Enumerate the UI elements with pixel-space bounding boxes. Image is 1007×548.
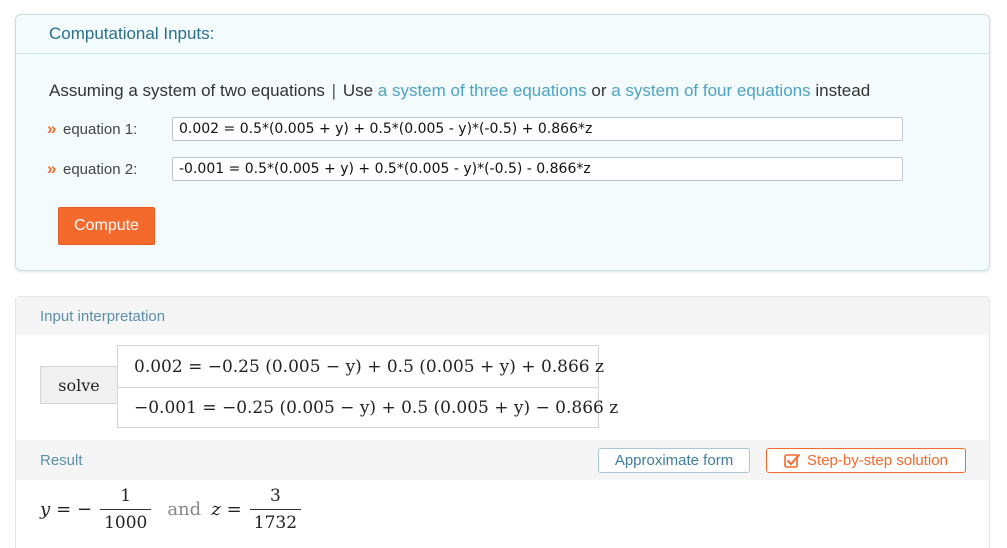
use-text: Use [342, 81, 374, 100]
interpreted-equation-1: 0.002 = −0.25 (0.005 − y) + 0.5 (0.005 +… [134, 356, 604, 377]
equation-1-row: » equation 1: [47, 117, 903, 141]
solve-label: solve [40, 366, 118, 404]
instead-text: instead [815, 81, 871, 100]
assumption-line: Assuming a system of two equations | Use… [49, 81, 870, 101]
y-denominator: 1000 [100, 509, 152, 533]
inputs-title: Computational Inputs: [49, 24, 215, 43]
result-content: y = − 1 1000 and z = 3 1732 [16, 480, 989, 544]
z-denominator: 1732 [249, 509, 302, 533]
y-fraction: 1 1000 [100, 486, 152, 533]
approximate-form-button[interactable]: Approximate form [598, 448, 750, 473]
computational-inputs-panel: Computational Inputs: Assuming a system … [15, 14, 990, 271]
step-by-step-button[interactable]: Step-by-step solution [766, 448, 966, 473]
or-text: or [591, 81, 607, 100]
equation-1-input[interactable] [172, 117, 903, 141]
result-header: Result Approximate form Step-by-step sol… [16, 440, 989, 480]
and-text: and [167, 499, 202, 520]
z-equals: = [226, 499, 242, 520]
four-equations-link[interactable]: a system of four equations [611, 81, 810, 100]
chevron-right-icon: » [47, 159, 57, 178]
input-interpretation-title: Input interpretation [40, 307, 166, 325]
equation-2-label: equation 2: [63, 160, 138, 178]
checkbox-check-icon [784, 454, 801, 468]
equation-1-label: equation 1: [63, 120, 138, 138]
interpreted-equation-2: −0.001 = −0.25 (0.005 − y) + 0.5 (0.005 … [118, 387, 618, 428]
chevron-right-icon: » [47, 119, 57, 138]
z-fraction: 3 1732 [249, 486, 302, 533]
y-equals-minus: = − [56, 499, 93, 520]
equation-table: 0.002 = −0.25 (0.005 − y) + 0.5 (0.005 +… [117, 345, 618, 428]
y-variable: y [40, 499, 51, 520]
assumption-separator: | [331, 81, 337, 100]
equation-2-row: » equation 2: [47, 157, 903, 181]
three-equations-link[interactable]: a system of three equations [378, 81, 587, 100]
inputs-header: Computational Inputs: [16, 15, 989, 54]
input-interpretation-content: solve 0.002 = −0.25 (0.005 − y) + 0.5 (0… [16, 335, 989, 440]
compute-button[interactable]: Compute [58, 207, 155, 245]
input-interpretation-header: Input interpretation [16, 297, 989, 335]
assumption-text: Assuming a system of two equations [49, 81, 325, 100]
result-pod: Input interpretation solve 0.002 = −0.25… [15, 296, 990, 548]
step-by-step-label: Step-by-step solution [807, 452, 948, 469]
equation-2-input[interactable] [172, 157, 903, 181]
z-variable: z [211, 499, 221, 520]
result-expression: y = − 1 1000 and z = 3 1732 [40, 486, 303, 533]
z-numerator: 3 [269, 486, 281, 506]
y-numerator: 1 [120, 486, 132, 506]
result-title: Result [40, 451, 83, 469]
